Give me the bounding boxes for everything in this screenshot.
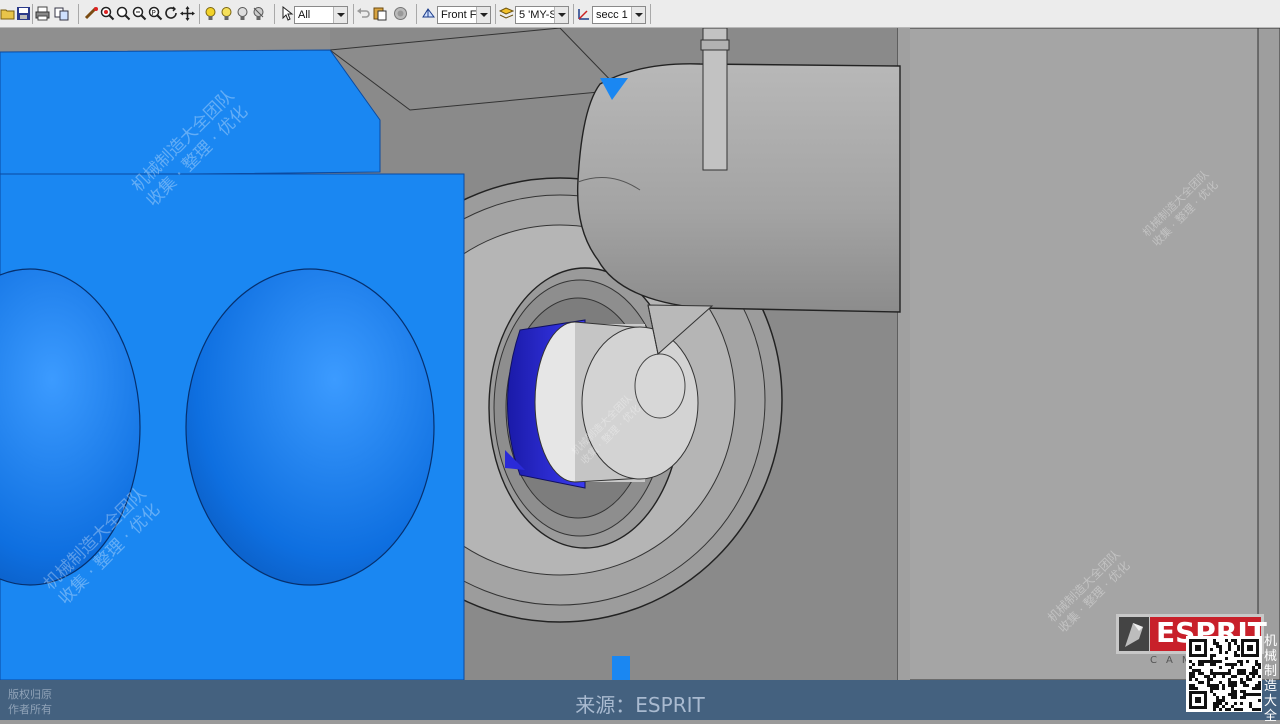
light-bulb-on-icon[interactable]	[203, 6, 218, 21]
workplane-select-value: secc 1	[596, 9, 628, 21]
filter-select-value: All	[298, 9, 311, 21]
hide-icon[interactable]	[251, 6, 266, 21]
pan-icon[interactable]	[180, 6, 195, 21]
select-arrow-icon[interactable]	[280, 5, 295, 21]
rebuild-icon[interactable]	[84, 6, 99, 21]
rotate-icon[interactable]	[164, 6, 179, 21]
layer-select-value: 5 'MY-S'	[519, 9, 559, 21]
layer-icon[interactable]	[498, 6, 515, 21]
zoom-window-icon[interactable]	[116, 6, 131, 21]
workplane-icon[interactable]	[577, 6, 592, 21]
zoom-out-icon[interactable]	[132, 6, 147, 21]
view-select[interactable]: Front Fa	[437, 6, 491, 24]
undo-icon[interactable]	[356, 6, 371, 21]
copy-icon[interactable]	[54, 6, 69, 21]
paste-icon[interactable]	[372, 6, 387, 21]
qr-code	[1186, 636, 1262, 712]
view-icon[interactable]	[421, 6, 436, 21]
workplane-select[interactable]: secc 1	[592, 6, 646, 24]
chevron-down-icon	[476, 7, 490, 23]
zoom-previous-icon[interactable]: P	[148, 6, 163, 21]
print-icon[interactable]	[35, 6, 50, 21]
stop-icon[interactable]	[393, 6, 408, 21]
chevron-down-icon	[554, 7, 568, 23]
open-icon[interactable]	[0, 6, 15, 21]
light-bulb-off-icon[interactable]	[219, 6, 234, 21]
source-caption: 来源：ESPRIT	[575, 693, 705, 717]
main-toolbar: P All Front Fa 5 'MY-S' secc 1	[0, 0, 1280, 28]
chevron-down-icon	[631, 7, 645, 23]
filter-select[interactable]: All	[294, 6, 348, 24]
save-icon[interactable]	[16, 6, 31, 21]
layer-select[interactable]: 5 'MY-S'	[515, 6, 569, 24]
zoom-in-icon[interactable]	[100, 6, 115, 21]
svg-text:P: P	[152, 9, 156, 17]
side-vertical-text: 机械制造大全	[1264, 634, 1278, 724]
show-icon[interactable]	[235, 6, 250, 21]
chevron-down-icon	[333, 7, 347, 23]
esprit-mark-icon	[1119, 617, 1149, 651]
